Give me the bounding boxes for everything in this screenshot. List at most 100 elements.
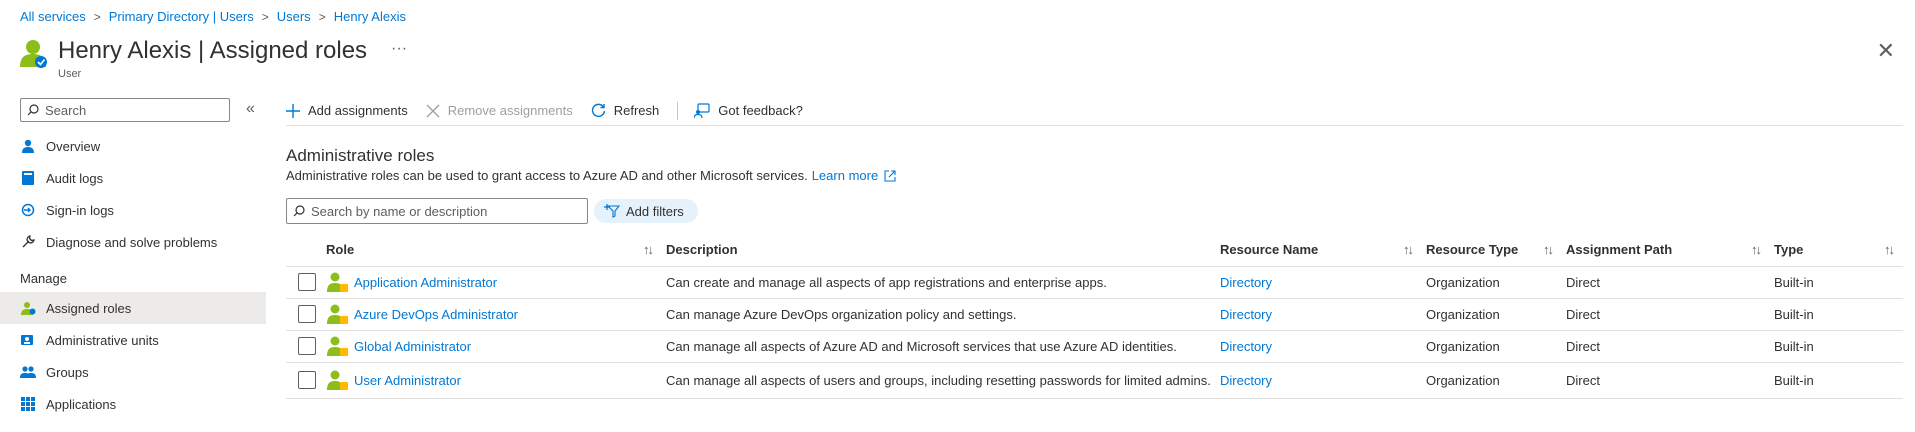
- sidebar-search[interactable]: [20, 98, 230, 122]
- chevron-right-icon: >: [261, 9, 269, 24]
- person-icon: [20, 138, 36, 154]
- role-description: Can manage all aspects of users and grou…: [662, 362, 1216, 399]
- add-assignments-label: Add assignments: [308, 103, 408, 118]
- apps-grid-icon: [20, 396, 36, 412]
- header-type-label: Type: [1774, 242, 1804, 258]
- header-resource-type-label: Resource Type: [1426, 242, 1519, 258]
- sidebar: « Overview Audit logs Sign-in logs Diagn…: [0, 98, 266, 420]
- role-link[interactable]: Azure DevOps Administrator: [354, 307, 518, 322]
- header-resource-type[interactable]: Resource Type ↑↓: [1422, 234, 1562, 267]
- sidebar-item-label: Diagnose and solve problems: [46, 234, 218, 250]
- book-icon: [20, 170, 36, 186]
- role-link[interactable]: User Administrator: [354, 373, 461, 388]
- section-description: Administrative roles can be used to gran…: [286, 168, 896, 183]
- header-role[interactable]: Role ↑↓: [322, 234, 662, 267]
- page-header: Henry Alexis | Assigned roles User ···: [20, 36, 407, 80]
- resource-name-link[interactable]: Directory: [1220, 307, 1272, 322]
- sort-icon[interactable]: ↑↓: [1543, 242, 1554, 257]
- role-icon: [327, 272, 348, 292]
- header-type[interactable]: Type ↑↓: [1770, 234, 1903, 267]
- assignment-path: Direct: [1562, 298, 1770, 331]
- sidebar-item-overview[interactable]: Overview: [0, 130, 266, 162]
- sidebar-item-label: Applications: [46, 396, 117, 412]
- sidebar-item-assigned-roles[interactable]: Assigned roles: [0, 292, 266, 324]
- add-assignments-button[interactable]: Add assignments: [286, 103, 408, 118]
- admin-units-icon: [20, 332, 36, 348]
- role-type: Built-in: [1770, 266, 1903, 299]
- row-checkbox[interactable]: [298, 337, 316, 355]
- table-row[interactable]: User Administrator Can manage all aspect…: [286, 362, 1903, 399]
- feedback-button[interactable]: Got feedback?: [694, 103, 803, 118]
- sidebar-item-label: Sign-in logs: [46, 202, 114, 218]
- breadcrumb-all-services[interactable]: All services: [20, 9, 86, 24]
- roles-table: Role ↑↓ Description Resource Name ↑↓ Resou…: [286, 234, 1903, 399]
- role-description: Can manage all aspects of Azure AD and M…: [662, 330, 1216, 363]
- section-description-text: Administrative roles can be used to gran…: [286, 168, 808, 183]
- row-checkbox[interactable]: [298, 273, 316, 291]
- breadcrumb: All services > Primary Directory | Users…: [20, 9, 406, 24]
- sign-in-icon: [20, 202, 36, 218]
- learn-more-link[interactable]: Learn more: [812, 168, 896, 183]
- sidebar-item-groups[interactable]: Groups: [0, 356, 266, 388]
- role-type: Built-in: [1770, 298, 1903, 331]
- chevron-right-icon: >: [93, 9, 101, 24]
- breadcrumb-primary-directory[interactable]: Primary Directory | Users: [109, 9, 254, 24]
- table-row[interactable]: Global Administrator Can manage all aspe…: [286, 330, 1903, 363]
- header-select: [286, 234, 322, 267]
- plus-icon: [286, 103, 300, 118]
- sort-icon[interactable]: ↑↓: [1751, 242, 1762, 257]
- resource-type: Organization: [1422, 330, 1562, 363]
- role-description: Can manage Azure DevOps organization pol…: [662, 298, 1216, 331]
- table-row[interactable]: Application Administrator Can create and…: [286, 266, 1903, 299]
- header-role-label: Role: [326, 242, 355, 258]
- table-row[interactable]: Azure DevOps Administrator Can manage Az…: [286, 298, 1903, 331]
- section-title: Administrative roles: [286, 146, 435, 165]
- sort-icon[interactable]: ↑↓: [1884, 242, 1895, 257]
- resource-name-link[interactable]: Directory: [1220, 373, 1272, 388]
- role-icon: [327, 370, 348, 390]
- remove-assignments-button[interactable]: Remove assignments: [426, 103, 573, 118]
- role-icon: [327, 336, 348, 356]
- add-filters-button[interactable]: Add filters: [594, 199, 698, 223]
- sort-icon[interactable]: ↑↓: [1403, 242, 1414, 257]
- feedback-label: Got feedback?: [718, 103, 803, 118]
- feedback-icon: [694, 103, 710, 118]
- breadcrumb-henry-alexis[interactable]: Henry Alexis: [334, 9, 406, 24]
- collapse-sidebar-button[interactable]: «: [246, 100, 255, 118]
- header-assignment-path[interactable]: Assignment Path ↑↓: [1562, 234, 1770, 267]
- role-type: Built-in: [1770, 330, 1903, 363]
- search-icon: [27, 104, 39, 116]
- refresh-label: Refresh: [613, 103, 660, 118]
- sidebar-item-label: Administrative units: [46, 332, 159, 348]
- role-search-input[interactable]: [311, 203, 581, 219]
- search-icon: [293, 205, 305, 217]
- resource-name-link[interactable]: Directory: [1220, 275, 1272, 290]
- more-options-button[interactable]: ···: [391, 36, 407, 62]
- sidebar-item-audit-logs[interactable]: Audit logs: [0, 162, 266, 194]
- role-description: Can create and manage all aspects of app…: [662, 266, 1216, 299]
- role-icon: [327, 304, 348, 324]
- row-checkbox[interactable]: [298, 305, 316, 323]
- close-button[interactable]: ✕: [1877, 40, 1895, 62]
- refresh-icon: [591, 103, 606, 118]
- resource-name-link[interactable]: Directory: [1220, 339, 1272, 354]
- sidebar-item-diagnose[interactable]: Diagnose and solve problems: [0, 226, 266, 258]
- role-link[interactable]: Global Administrator: [354, 339, 471, 354]
- header-description: Description: [662, 234, 1216, 267]
- sidebar-search-input[interactable]: [45, 102, 225, 118]
- breadcrumb-users[interactable]: Users: [277, 9, 311, 24]
- refresh-button[interactable]: Refresh: [591, 103, 660, 118]
- groups-icon: [20, 364, 36, 380]
- sort-icon[interactable]: ↑↓: [643, 242, 654, 257]
- sidebar-item-administrative-units[interactable]: Administrative units: [0, 324, 266, 356]
- sidebar-item-sign-in-logs[interactable]: Sign-in logs: [0, 194, 266, 226]
- learn-more-label: Learn more: [811, 168, 879, 183]
- header-resource-name[interactable]: Resource Name ↑↓: [1216, 234, 1422, 267]
- role-search[interactable]: [286, 198, 588, 224]
- page-title: Henry Alexis | Assigned roles: [58, 37, 368, 64]
- sidebar-item-applications[interactable]: Applications: [0, 388, 266, 420]
- sidebar-item-label: Groups: [46, 364, 89, 380]
- remove-assignments-label: Remove assignments: [447, 103, 573, 118]
- row-checkbox[interactable]: [298, 371, 316, 389]
- role-link[interactable]: Application Administrator: [354, 275, 497, 290]
